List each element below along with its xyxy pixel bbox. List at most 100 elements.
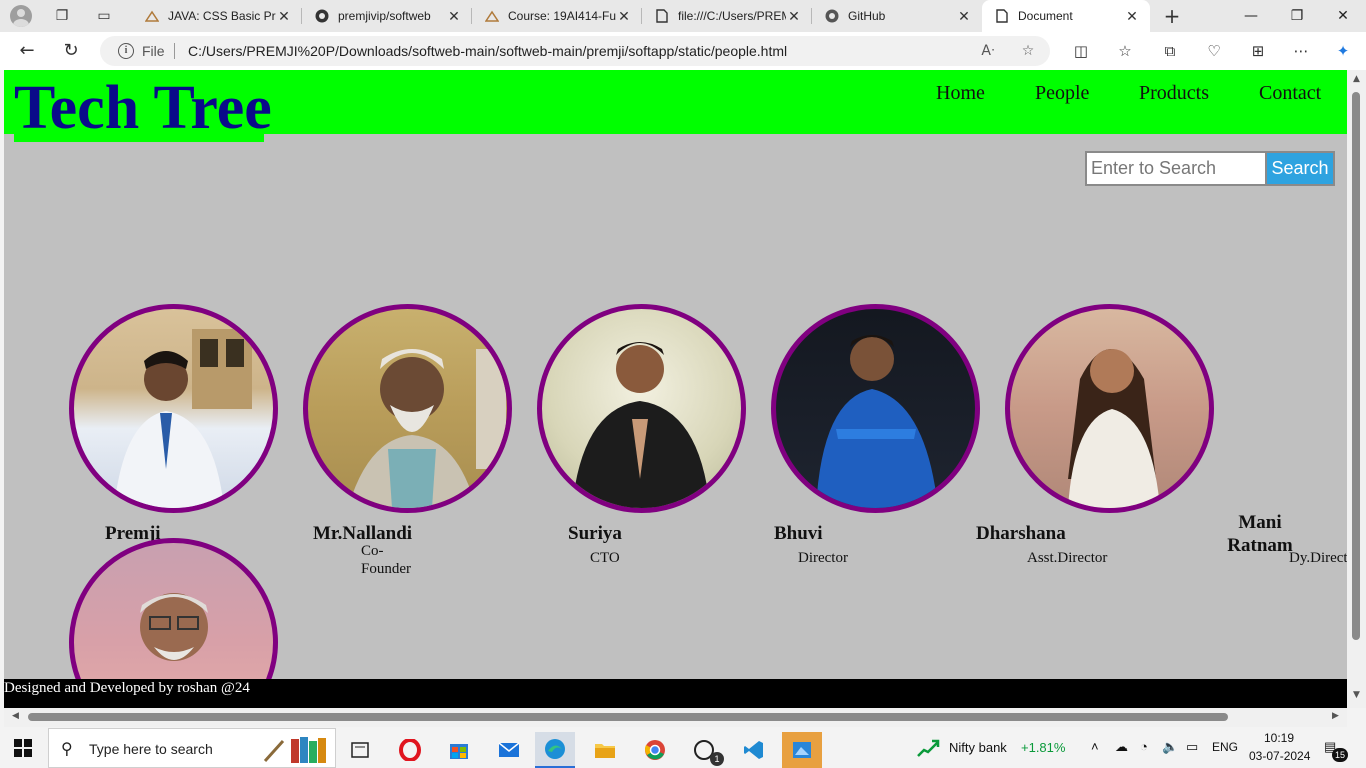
read-aloud-icon[interactable]: Aᐧ [978, 41, 998, 61]
vscode-icon[interactable] [734, 732, 774, 768]
search-button[interactable]: Search [1265, 151, 1335, 186]
clock-time[interactable]: 10:19 [1264, 731, 1294, 745]
address-url[interactable]: C:/Users/PREMJI%20P/Downloads/softweb-ma… [188, 43, 787, 59]
back-arrow-icon[interactable]: ← [16, 40, 38, 62]
search-input[interactable] [1085, 151, 1265, 186]
info-icon[interactable]: i [118, 43, 134, 59]
site-logo[interactable]: Tech Tree [14, 74, 272, 142]
browser-tab[interactable]: GitHub ✕ [812, 0, 982, 32]
address-bar[interactable]: i File C:/Users/PREMJI%20P/Downloads/sof… [100, 36, 1050, 66]
restore-icon[interactable]: ❐ [1274, 0, 1320, 32]
file-explorer-icon[interactable] [585, 732, 625, 768]
favorites-icon[interactable]: ☆ [1115, 41, 1135, 61]
more-menu-icon[interactable]: ⋯ [1291, 41, 1311, 61]
extensions-icon[interactable]: ⊞ [1248, 41, 1268, 61]
language-indicator[interactable]: ENG [1212, 740, 1238, 754]
new-tab-icon[interactable]: + [1160, 4, 1184, 28]
favorite-star-icon[interactable]: ☆ [1018, 41, 1038, 61]
notification-count-badge: 15 [1332, 748, 1348, 762]
tab-title: Document [1018, 9, 1073, 23]
opera-icon[interactable] [390, 732, 430, 768]
stock-chart-icon [917, 739, 940, 757]
windows-start-icon[interactable] [14, 739, 32, 757]
nav-products-link[interactable]: Products [1139, 82, 1209, 105]
person-photo [69, 304, 278, 513]
battery-icon[interactable]: ▭ [1186, 739, 1198, 755]
browser-toolbar: ← ↻ i File C:/Users/PREMJI%20P/Downloads… [0, 32, 1366, 70]
close-tab-icon[interactable]: ✕ [956, 8, 972, 25]
address-scheme-label: File [142, 43, 165, 59]
browser-tab-active[interactable]: Document ✕ [982, 0, 1150, 32]
scrollbar-thumb[interactable] [28, 713, 1228, 721]
close-tab-icon[interactable]: ✕ [786, 8, 802, 25]
collections-icon[interactable]: ⧉ [1160, 41, 1180, 61]
person-photo [771, 304, 980, 513]
chrome-icon[interactable] [635, 732, 675, 768]
horizontal-scrollbar[interactable]: ◀ ▶ [4, 708, 1347, 727]
browser-tab[interactable]: premjivip/softweb ✕ [302, 0, 472, 32]
person-photo [1005, 304, 1214, 513]
mail-icon[interactable] [489, 732, 529, 768]
github-icon [314, 8, 330, 24]
profile-avatar-icon[interactable] [10, 5, 32, 27]
task-view-icon[interactable] [340, 732, 380, 768]
paint-icon[interactable] [782, 732, 822, 768]
close-tab-icon[interactable]: ✕ [276, 8, 292, 25]
whatsapp-icon[interactable]: 1 [684, 732, 724, 768]
person-name: Bhuvi [774, 523, 823, 544]
person-photo [537, 304, 746, 513]
nav-home-link[interactable]: Home [936, 82, 985, 105]
vertical-scrollbar[interactable]: ▲ ▼ [1347, 70, 1366, 708]
browser-essentials-icon[interactable]: ♡ [1204, 41, 1224, 61]
microsoft-store-icon[interactable] [439, 732, 479, 768]
taskbar-search-placeholder: Type here to search [89, 741, 213, 757]
scrollbar-thumb[interactable] [1352, 92, 1360, 640]
close-window-icon[interactable]: ✕ [1320, 0, 1366, 32]
tab-title: GitHub [848, 9, 886, 23]
document-icon [994, 8, 1010, 24]
person-role: Asst.Director [1027, 550, 1108, 566]
volume-icon[interactable]: 🔈 [1162, 739, 1178, 755]
copilot-icon[interactable]: ✦ [1333, 41, 1353, 61]
search-icon: ⚲ [61, 739, 73, 758]
scroll-up-icon[interactable]: ▲ [1347, 74, 1366, 84]
split-screen-icon[interactable]: ◫ [1071, 41, 1091, 61]
close-tab-icon[interactable]: ✕ [446, 8, 462, 25]
file-icon [654, 8, 670, 24]
stock-name[interactable]: Nifty bank [949, 740, 1007, 755]
nav-contact-link[interactable]: Contact [1259, 82, 1321, 105]
show-hidden-icons-icon[interactable]: ˄ [1091, 739, 1099, 754]
whatsapp-badge: 1 [710, 752, 724, 766]
person-name: Mani Ratnam [1227, 512, 1293, 556]
browser-tab[interactable]: Course: 19AI414-Fu ✕ [472, 0, 642, 32]
scroll-left-icon[interactable]: ◀ [6, 711, 25, 721]
github-icon [824, 8, 840, 24]
scroll-right-icon[interactable]: ▶ [1326, 711, 1345, 721]
course-icon [484, 8, 500, 24]
taskbar-search-box[interactable]: ⚲ Type here to search [48, 728, 336, 768]
browser-tab[interactable]: JAVA: CSS Basic Proj ✕ [132, 0, 302, 32]
clock-date[interactable]: 03-07-2024 [1249, 749, 1310, 763]
tab-title: premjivip/softweb [338, 9, 431, 23]
tab-actions-icon[interactable]: ▭ [94, 6, 114, 26]
person-name: Dharshana [976, 523, 1066, 544]
close-tab-icon[interactable]: ✕ [616, 8, 632, 25]
site-footer: Designed and Developed by roshan @24 [4, 679, 1347, 708]
nav-people-link[interactable]: People [1035, 82, 1089, 105]
minimize-icon[interactable]: — [1228, 0, 1274, 32]
edge-icon[interactable] [535, 732, 575, 768]
wifi-icon[interactable]: ◔ [1140, 739, 1148, 754]
browser-tab[interactable]: file:///C:/Users/PREM ✕ [642, 0, 812, 32]
person-role: Director [798, 550, 848, 566]
onedrive-cloud-icon[interactable]: ☁ [1115, 739, 1128, 755]
person-role: Co-Founder [361, 543, 411, 577]
person-name: Suriya [568, 523, 622, 544]
course-icon [144, 8, 160, 24]
page-viewport: Tech Tree Home People Products Contact S… [4, 70, 1347, 708]
windows-taskbar: ⚲ Type here to search 1 Nifty bank +1.81… [0, 728, 1366, 768]
close-tab-icon[interactable]: ✕ [1124, 8, 1140, 25]
browser-tab-strip: ❐ ▭ JAVA: CSS Basic Proj ✕ premjivip/sof… [0, 0, 1366, 32]
refresh-icon[interactable]: ↻ [60, 40, 82, 62]
scroll-down-icon[interactable]: ▼ [1347, 690, 1366, 700]
workspaces-icon[interactable]: ❐ [52, 6, 72, 26]
